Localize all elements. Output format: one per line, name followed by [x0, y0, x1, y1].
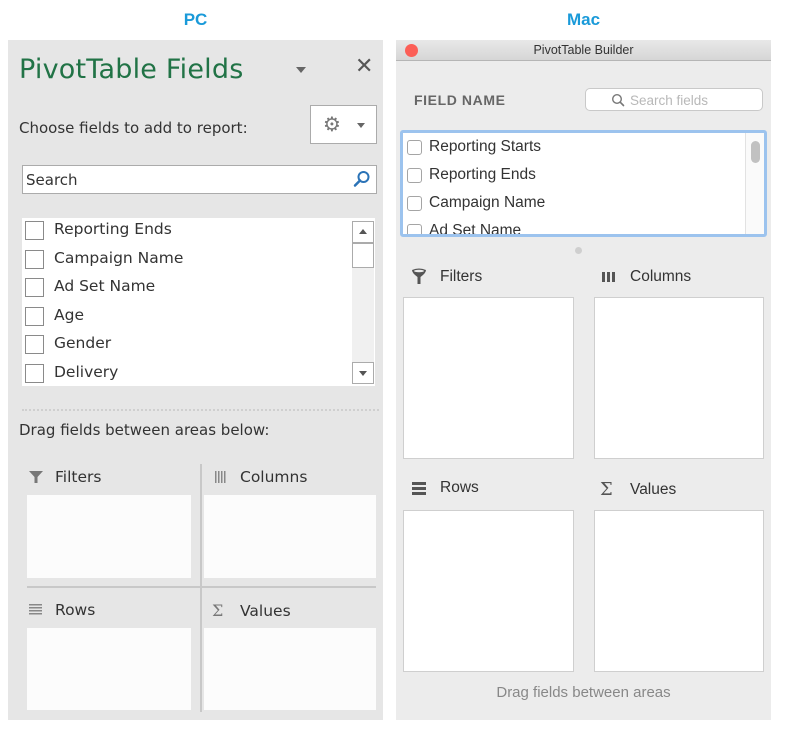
field-name-header: FIELD NAME: [414, 92, 506, 108]
tools-settings-button[interactable]: ⚙: [310, 105, 377, 144]
field-list-item[interactable]: Reporting Starts: [403, 134, 743, 162]
field-list-item[interactable]: Ad Set Name: [22, 275, 347, 303]
rows-drop-area[interactable]: [27, 628, 191, 710]
close-icon[interactable]: ✕: [355, 56, 373, 78]
field-list-item[interactable]: Age: [22, 304, 347, 332]
field-label: Gender: [54, 334, 112, 353]
search-fields-input[interactable]: [630, 90, 758, 110]
field-checkbox[interactable]: [25, 306, 44, 326]
values-drop-area[interactable]: [204, 628, 376, 710]
choose-fields-label: Choose fields to add to report:: [19, 119, 248, 137]
field-checkbox[interactable]: [25, 335, 44, 355]
scroll-down-button[interactable]: [352, 362, 374, 384]
values-label: Values: [240, 601, 291, 620]
pc-pivottable-fields-pane: PivotTable Fields ✕ Choose fields to add…: [8, 40, 383, 720]
columns-icon: [602, 272, 615, 282]
columns-area-label: Columns: [212, 468, 307, 486]
field-list-item[interactable]: Reporting Ends: [22, 218, 347, 246]
field-checkbox[interactable]: [25, 221, 44, 240]
search-icon: [611, 93, 625, 107]
values-area-label: Σ Values: [212, 601, 291, 620]
field-checkbox[interactable]: [407, 140, 422, 155]
splitter-handle[interactable]: [575, 247, 582, 254]
values-label: Values: [630, 480, 677, 498]
rows-drop-area[interactable]: [403, 510, 574, 672]
rows-label: Rows: [440, 479, 479, 496]
field-list-scrollbar[interactable]: [745, 133, 764, 234]
search-icon[interactable]: [353, 170, 371, 188]
filters-drop-area[interactable]: [27, 495, 191, 578]
field-label: Age: [54, 305, 84, 324]
rows-area-label: Rows: [410, 479, 479, 497]
columns-drop-area[interactable]: [204, 495, 376, 578]
filters-label: Filters: [55, 468, 102, 486]
field-label: Reporting Ends: [54, 220, 172, 238]
drag-instruction: Drag fields between areas below:: [19, 421, 270, 439]
field-list-item[interactable]: Gender: [22, 332, 347, 360]
sigma-icon: Σ: [212, 601, 224, 620]
filter-icon: [412, 268, 426, 284]
field-list: Reporting Ends Campaign Name Ad Set Name…: [22, 218, 375, 386]
field-checkbox[interactable]: [25, 278, 44, 298]
field-list-item[interactable]: Reporting Ends: [403, 162, 743, 190]
field-checkbox[interactable]: [407, 168, 422, 183]
filters-label: Filters: [440, 268, 483, 285]
field-checkbox[interactable]: [407, 224, 422, 234]
field-label: Campaign Name: [54, 248, 184, 267]
search-input[interactable]: [23, 166, 343, 193]
pane-title: PivotTable Fields: [19, 54, 244, 85]
rows-area-label: Rows: [27, 601, 95, 619]
field-label: Campaign Name: [429, 194, 546, 211]
section-divider: [22, 409, 379, 411]
columns-drop-area[interactable]: [594, 297, 764, 459]
field-list-item[interactable]: Campaign Name: [403, 190, 743, 218]
chevron-down-icon: [357, 123, 365, 128]
filters-area-label: Filters: [410, 268, 482, 286]
columns-icon: [215, 471, 226, 483]
window-titlebar[interactable]: PivotTable Builder: [396, 40, 771, 61]
areas-vertical-divider: [200, 464, 202, 712]
field-list-item[interactable]: Ad Set Name: [403, 218, 743, 237]
filters-area-label: Filters: [27, 468, 101, 486]
scroll-thumb[interactable]: [352, 243, 374, 268]
scroll-up-button[interactable]: [352, 221, 374, 243]
field-list-item[interactable]: Campaign Name: [22, 247, 347, 275]
filter-icon: [29, 471, 43, 483]
field-label: Ad Set Name: [429, 222, 522, 237]
search-box: [22, 165, 377, 194]
sigma-icon: Σ: [600, 479, 613, 500]
field-checkbox[interactable]: [25, 249, 44, 269]
field-label: Ad Set Name: [54, 277, 156, 296]
gear-icon: ⚙: [323, 112, 341, 136]
field-list: Reporting Starts Reporting Ends Campaign…: [400, 130, 767, 237]
search-fields-box: [585, 88, 763, 111]
window-title: PivotTable Builder: [533, 43, 634, 57]
rows-icon: [412, 482, 426, 495]
filters-drop-area[interactable]: [403, 297, 574, 459]
field-label: Delivery: [54, 363, 119, 381]
field-list-item[interactable]: Delivery: [22, 361, 347, 386]
mac-pivottable-builder-window: PivotTable Builder FIELD NAME Reporting …: [396, 40, 771, 720]
drag-instruction: Drag fields between areas: [496, 684, 671, 701]
field-label: Reporting Ends: [429, 166, 536, 183]
columns-label: Columns: [630, 268, 692, 285]
mac-label: Mac: [566, 10, 601, 29]
pane-options-caret-icon[interactable]: [296, 67, 306, 73]
values-drop-area[interactable]: [594, 510, 764, 672]
field-checkbox[interactable]: [25, 364, 44, 383]
field-checkbox[interactable]: [407, 196, 422, 211]
scroll-thumb[interactable]: [751, 141, 760, 163]
columns-area-label: Columns: [600, 268, 691, 286]
field-list-scrollbar[interactable]: [352, 221, 374, 384]
rows-icon: [29, 604, 42, 615]
columns-label: Columns: [240, 468, 308, 486]
field-label: Reporting Starts: [429, 138, 541, 155]
pc-label: PC: [183, 10, 208, 29]
values-area-label: Σ Values: [600, 479, 676, 500]
rows-label: Rows: [55, 601, 96, 619]
